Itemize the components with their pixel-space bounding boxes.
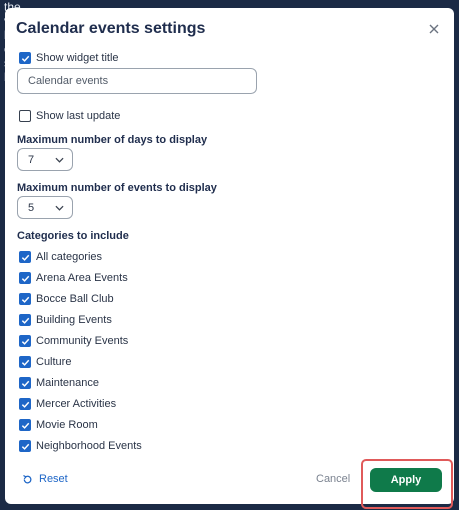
category-label: Culture <box>36 356 72 368</box>
checkbox-checked-icon <box>19 335 31 347</box>
category-label: Movie Room <box>36 419 98 431</box>
reset-button[interactable]: Reset <box>22 473 68 485</box>
category-label: Community Events <box>36 335 129 347</box>
category-label: Mercer Activities <box>36 398 117 410</box>
show-last-update-label: Show last update <box>36 110 121 122</box>
chevron-down-icon <box>55 202 64 214</box>
category-maintenance[interactable]: Maintenance <box>19 375 99 391</box>
category-arena-area-events[interactable]: Arena Area Events <box>19 270 128 286</box>
category-neighborhood-events[interactable]: Neighborhood Events <box>19 438 142 454</box>
checkbox-checked-icon <box>19 52 31 64</box>
max-days-value: 7 <box>28 153 35 166</box>
category-mercer-activities[interactable]: Mercer Activities <box>19 396 116 412</box>
checkbox-checked-icon <box>19 356 31 368</box>
apply-button[interactable]: Apply <box>370 468 442 492</box>
category-all-categories[interactable]: All categories <box>19 249 102 265</box>
reset-label: Reset <box>39 473 68 485</box>
checkbox-checked-icon <box>19 419 31 431</box>
dialog-title: Calendar events settings <box>16 20 206 37</box>
checkbox-checked-icon <box>19 398 31 410</box>
category-bocce-ball-club[interactable]: Bocce Ball Club <box>19 291 114 307</box>
checkbox-unchecked-icon <box>19 110 31 122</box>
category-movie-room[interactable]: Movie Room <box>19 417 98 433</box>
max-events-select[interactable]: 5 <box>17 196 73 219</box>
category-label: Neighborhood Events <box>36 440 142 452</box>
max-days-select[interactable]: 7 <box>17 148 73 171</box>
cancel-button[interactable]: Cancel <box>316 473 350 485</box>
calendar-settings-dialog: Calendar events settings Show widget tit… <box>5 8 454 509</box>
checkbox-checked-icon <box>19 440 31 452</box>
checkbox-checked-icon <box>19 377 31 389</box>
show-widget-title-checkbox[interactable]: Show widget title <box>19 50 119 66</box>
max-events-label: Maximum number of events to display <box>17 182 217 194</box>
categories-label: Categories to include <box>17 230 129 242</box>
checkbox-checked-icon <box>19 251 31 263</box>
max-days-label: Maximum number of days to display <box>17 134 208 146</box>
reset-icon <box>23 474 32 483</box>
checkbox-checked-icon <box>19 272 31 284</box>
category-label: All categories <box>36 251 103 263</box>
category-label: Building Events <box>36 314 112 326</box>
category-label: Maintenance <box>36 377 99 389</box>
category-community-events[interactable]: Community Events <box>19 333 128 349</box>
category-label: Arena Area Events <box>36 272 128 284</box>
category-culture[interactable]: Culture <box>19 354 71 370</box>
checkbox-checked-icon <box>19 293 31 305</box>
max-events-value: 5 <box>28 201 35 214</box>
show-widget-title-label: Show widget title <box>36 52 119 64</box>
widget-title-value: Calendar events <box>28 75 109 87</box>
show-last-update-checkbox[interactable]: Show last update <box>19 108 120 124</box>
category-building-events[interactable]: Building Events <box>19 312 112 328</box>
chevron-down-icon <box>55 154 64 166</box>
widget-title-input[interactable]: Calendar events <box>17 68 257 94</box>
category-label: Bocce Ball Club <box>36 293 114 305</box>
checkbox-checked-icon <box>19 314 31 326</box>
close-icon[interactable] <box>426 21 442 37</box>
